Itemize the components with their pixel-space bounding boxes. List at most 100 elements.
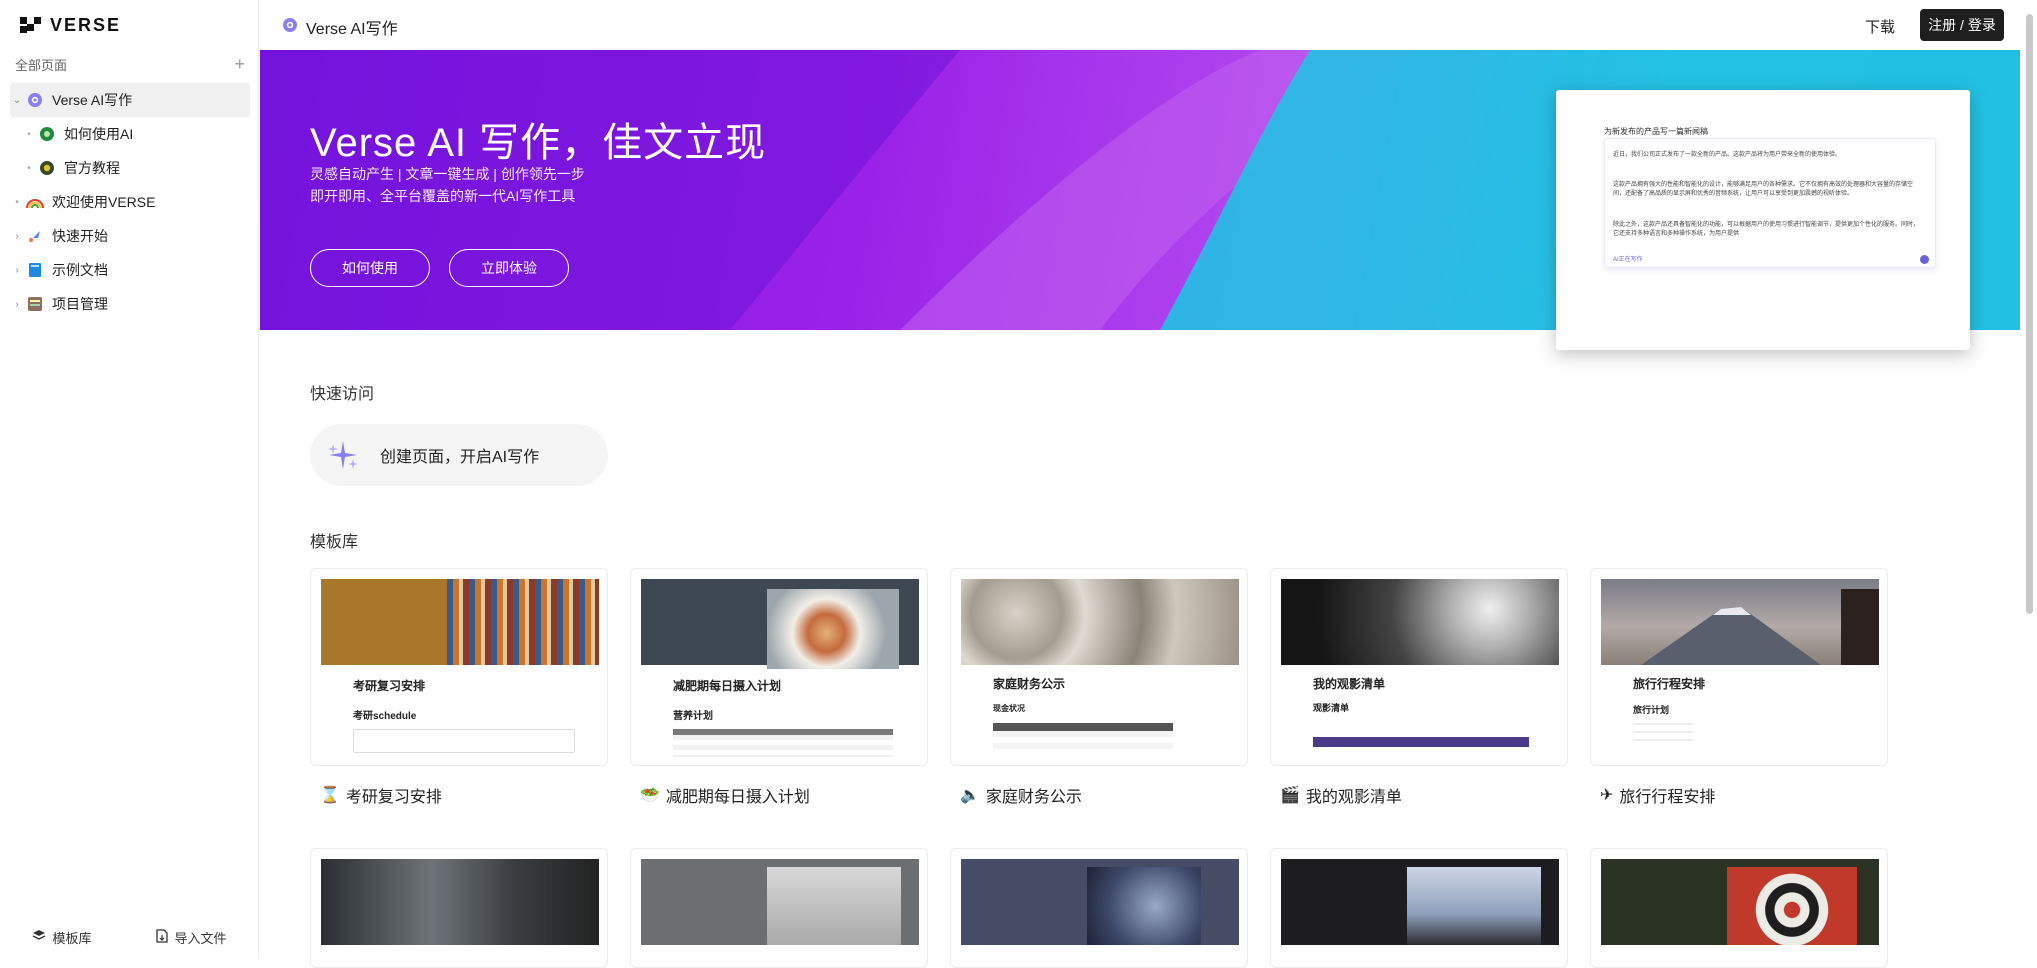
template-card-travel[interactable]: 旅行行程安排 旅行计划	[1590, 568, 1888, 766]
sidebar-item-welcome[interactable]: • 欢迎使用VERSE	[10, 185, 250, 219]
template-card[interactable]	[950, 848, 1248, 968]
template-subheading: 现金状况	[993, 704, 1025, 713]
top-bar: Verse AI写作 下载 注册 / 登录	[260, 0, 2037, 50]
template-cover-image	[641, 579, 919, 669]
books-photo	[447, 579, 599, 665]
template-subheading: 考研schedule	[353, 711, 417, 722]
file-import-icon	[156, 929, 169, 946]
template-card[interactable]	[1590, 848, 1888, 968]
template-cover-image	[1601, 859, 1879, 945]
chevron-right-icon[interactable]: ›	[10, 265, 24, 276]
projector-photo	[1281, 579, 1559, 665]
gear-flower-icon	[24, 91, 46, 109]
sidebar-item-project-management[interactable]: › 项目管理	[10, 287, 250, 321]
verse-logo-icon	[20, 17, 42, 33]
template-cover-image	[961, 859, 1239, 945]
dartboard-photo	[1727, 867, 1857, 945]
how-to-use-button[interactable]: 如何使用	[310, 249, 430, 287]
layers-icon	[32, 929, 46, 946]
template-label-text: 减肥期每日摄入计划	[665, 789, 810, 806]
chevron-right-icon[interactable]: ›	[10, 231, 24, 242]
template-label-text: 旅行行程安排	[1619, 789, 1716, 806]
template-heading: 考研复习安排	[353, 679, 426, 693]
sidebar-item-sample-docs[interactable]: › 示例文档	[10, 253, 250, 287]
try-now-button[interactable]: 立即体验	[449, 249, 569, 287]
all-pages-header: 全部页面 +	[15, 54, 245, 74]
template-mini-table	[993, 723, 1173, 753]
brand-name: VERSE	[50, 14, 122, 35]
rocket-icon	[24, 227, 46, 245]
download-link[interactable]: 下载	[1865, 16, 1895, 37]
hourglass-icon: ⌛	[320, 787, 340, 804]
sun-gear-icon	[36, 159, 58, 177]
preview-paragraph: 这款产品拥有强大的性能和智能化的设计，能够满足用户的各种需求。它不仅拥有高效的处…	[1613, 182, 1914, 197]
templates-button[interactable]: 模板库	[32, 928, 92, 947]
chevron-down-icon[interactable]: ⌄	[10, 95, 24, 106]
templates-label: 模板库	[52, 931, 92, 946]
template-cover-image	[1281, 859, 1559, 945]
hero-subtitle-1: 灵感自动产生 | 文章一键生成 | 创作领先一步	[310, 166, 585, 182]
template-heading: 减肥期每日摄入计划	[673, 679, 782, 693]
preview-editor: 近日，我们公司正式发布了一款全新的产品。这款产品将为用户带来全新的使用体验。 这…	[1604, 138, 1936, 268]
template-label-text: 考研复习安排	[345, 789, 442, 806]
template-card[interactable]	[630, 848, 928, 968]
page-title: Verse AI写作	[306, 21, 398, 38]
sidebar-item-label: 如何使用AI	[64, 126, 134, 142]
template-subheading: 旅行计划	[1633, 705, 1670, 715]
templates-title: 模板库	[310, 534, 359, 551]
book-icon	[24, 261, 46, 279]
template-label[interactable]: 🔈 家庭财务公示	[960, 783, 1082, 807]
template-cover-image	[321, 579, 599, 665]
template-label[interactable]: 🎬 我的观影清单	[1280, 783, 1402, 807]
sidebar-item-label: 快速开始	[52, 228, 108, 244]
hero-subtitle-2: 即开即用、全平台覆盖的新一代AI写作工具	[310, 188, 576, 204]
template-label[interactable]: ✈ 旅行行程安排	[1600, 783, 1715, 807]
create-page-card[interactable]: 创建页面，开启AI写作	[310, 424, 608, 486]
template-card-movies[interactable]: 我的观影清单 观影清单	[1270, 568, 1568, 766]
scrollbar[interactable]	[2026, 14, 2033, 614]
page-breadcrumb[interactable]: Verse AI写作	[282, 15, 398, 39]
chevron-right-icon[interactable]: ›	[10, 299, 24, 310]
template-mini-table	[1313, 737, 1529, 747]
template-mini-table	[673, 729, 893, 757]
salad-icon: 🥗	[640, 787, 660, 804]
sidebar-item-official-tutorial[interactable]: • 官方教程	[10, 151, 250, 185]
sidebar-item-how-to-use-ai[interactable]: • 如何使用AI	[10, 117, 250, 151]
template-label-text: 我的观影清单	[1305, 789, 1402, 806]
template-label[interactable]: ⌛ 考研复习安排	[320, 783, 442, 807]
preview-paragraph: 除此之外，这款产品还具备智能化的功能，可以根据用户的使用习惯进行智能调节，提供更…	[1613, 222, 1920, 237]
import-label: 导入文件	[174, 931, 227, 946]
template-heading: 我的观影清单	[1313, 677, 1386, 691]
sidebar-item-label: Verse AI写作	[52, 92, 133, 108]
login-button[interactable]: 注册 / 登录	[1920, 9, 2004, 41]
template-label[interactable]: 🥗 减肥期每日摄入计划	[640, 783, 810, 807]
template-card-exam[interactable]: 考研复习安排 考研schedule	[310, 568, 608, 766]
gear-flower-icon	[282, 17, 298, 38]
template-heading: 家庭财务公示	[993, 677, 1066, 691]
hero-title: Verse AI 写作，佳文立现	[310, 121, 767, 165]
bullet-icon: •	[27, 128, 31, 140]
gym-photo	[321, 859, 599, 945]
add-page-button[interactable]: +	[234, 55, 245, 73]
page-tree: ⌄ Verse AI写作 • 如何使用AI • 官方教程 • 欢迎使用VERSE…	[10, 83, 250, 321]
sidebar: VERSE 全部页面 + ⌄ Verse AI写作 • 如何使用AI • 官方教…	[0, 0, 259, 959]
logo[interactable]: VERSE	[20, 14, 121, 36]
template-card[interactable]	[310, 848, 608, 968]
quick-access-title: 快速访问	[310, 386, 375, 403]
template-cover-image	[641, 859, 919, 945]
sidebar-item-label: 欢迎使用VERSE	[52, 194, 156, 210]
laptop-photo	[1407, 867, 1541, 945]
import-file-button[interactable]: 导入文件	[156, 928, 227, 947]
sidebar-footer: 模板库 导入文件	[0, 928, 259, 947]
send-icon	[1920, 255, 1929, 264]
template-card[interactable]	[1270, 848, 1568, 968]
template-subheading: 观影清单	[1313, 703, 1350, 713]
sidebar-item-verse-ai-writing[interactable]: ⌄ Verse AI写作	[10, 83, 250, 117]
sidebar-item-quick-start[interactable]: › 快速开始	[10, 219, 250, 253]
template-card-finance[interactable]: 家庭财务公示 现金状况	[950, 568, 1248, 766]
template-card-diet[interactable]: 减肥期每日摄入计划 营养计划	[630, 568, 928, 766]
preview-paragraph: 近日，我们公司正式发布了一款全新的产品。这款产品将为用户带来全新的使用体验。	[1613, 152, 1842, 158]
sidebar-item-label: 官方教程	[64, 160, 120, 176]
preview-title: 为新发布的产品写一篇新闻稿	[1604, 127, 1708, 136]
template-subheading: 营养计划	[673, 711, 713, 722]
